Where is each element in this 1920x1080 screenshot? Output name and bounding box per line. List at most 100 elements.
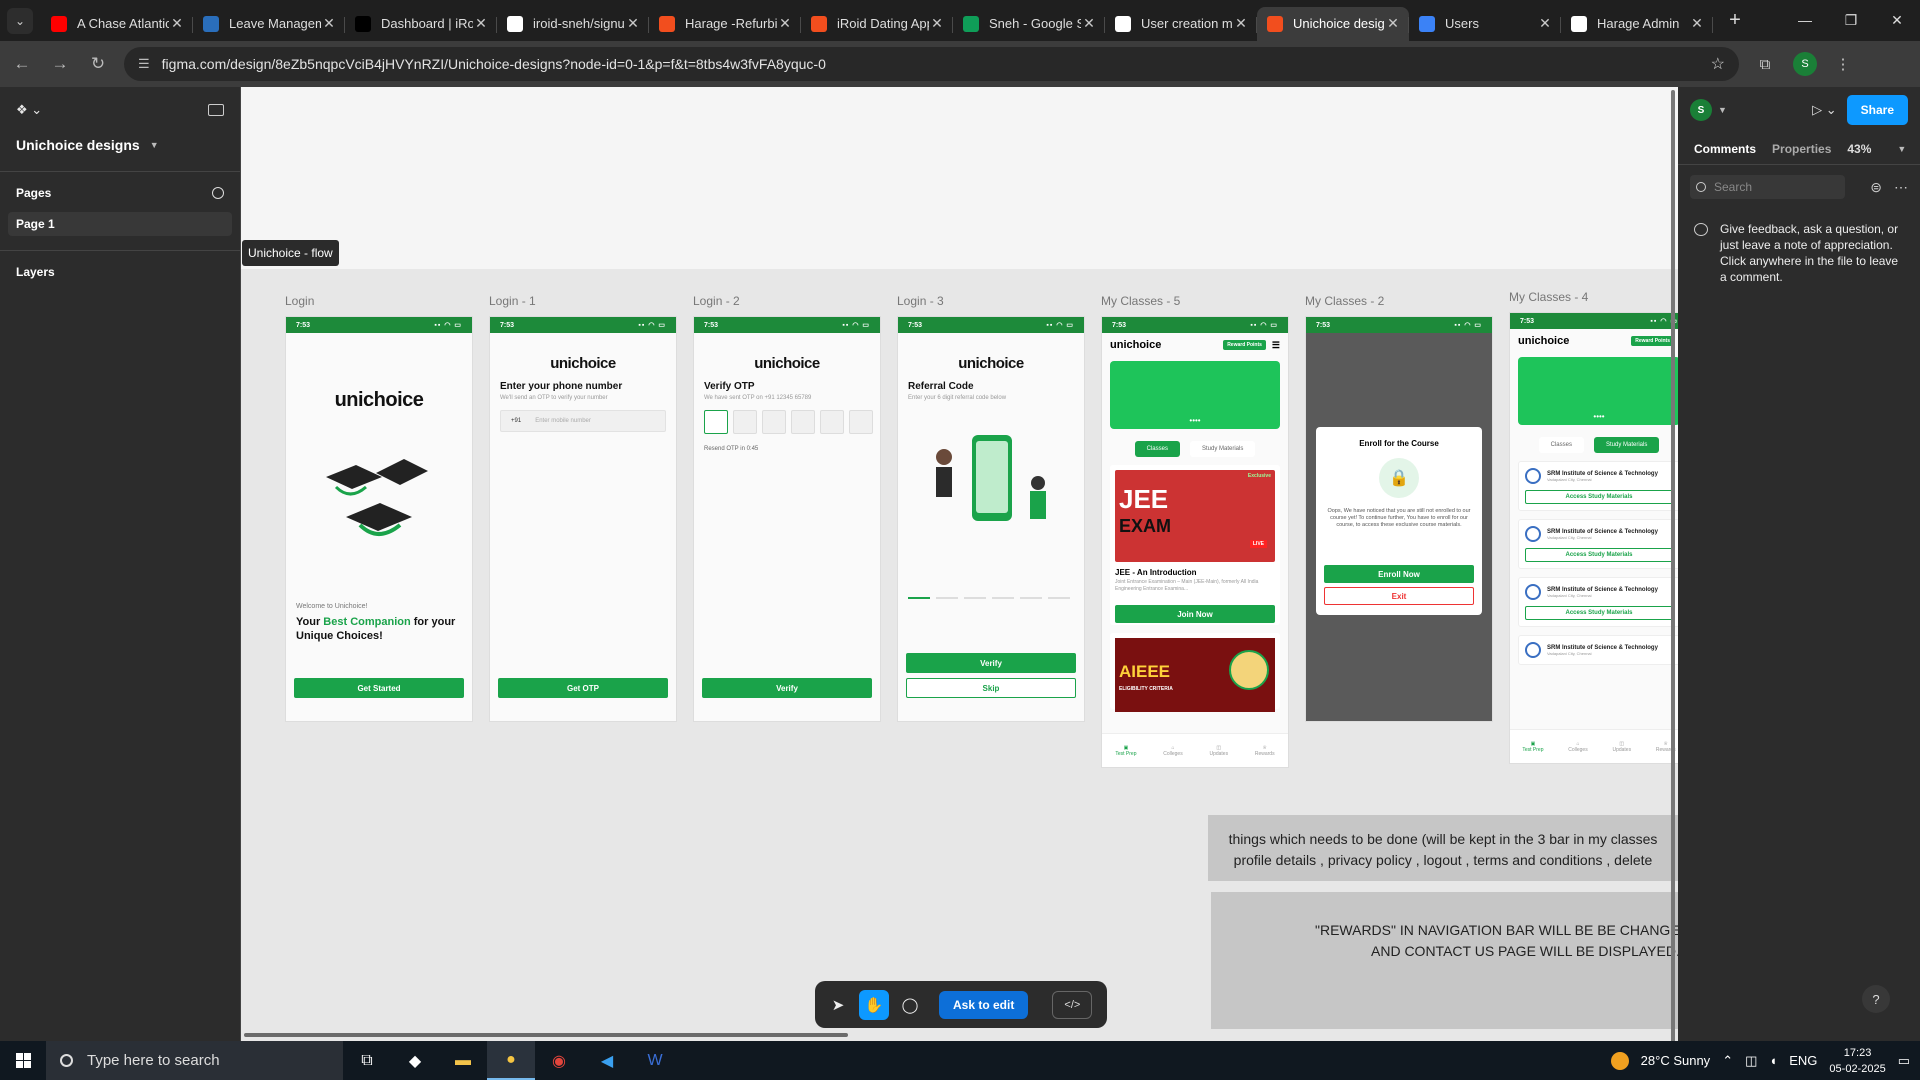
section-label[interactable]: Unichoice - flow [242, 240, 339, 266]
otp-digit-4[interactable] [791, 410, 815, 434]
otp-digit-6[interactable] [849, 410, 873, 434]
browser-tab[interactable]: Dashboard | iRoid✕ [345, 7, 497, 41]
chrome-icon[interactable]: ● [487, 1041, 535, 1080]
move-tool-icon[interactable]: ➤ [823, 990, 853, 1020]
comment-search-input[interactable]: Search [1690, 175, 1845, 199]
ask-to-edit-button[interactable]: Ask to edit [939, 990, 1029, 1019]
college-card[interactable]: SRM Institute of Science & Technology Vad… [1518, 635, 1678, 665]
access-materials-button[interactable]: Access Study Materials [1525, 606, 1673, 620]
frame-login[interactable]: 7:53 ▪▪ ◠ ▭ unichoice Welcome to Unichoic… [285, 316, 473, 722]
nav-colleges[interactable]: ⌂ Colleges [1568, 741, 1587, 753]
volume-icon[interactable]: ◖ [1769, 1053, 1777, 1068]
tab-comments[interactable]: Comments [1686, 138, 1764, 160]
hamburger-menu-icon[interactable]: ☰ [1272, 340, 1280, 351]
browser-menu-icon[interactable]: ⋮ [1825, 55, 1861, 73]
browser-tab[interactable]: Leave Management✕ [193, 7, 345, 41]
tab-properties[interactable]: Properties [1764, 138, 1839, 160]
profile-avatar[interactable]: S [1793, 52, 1817, 76]
sticky-note-rewards[interactable]: "REWARDS" IN NAVIGATION BAR WILL BE BE C… [1211, 892, 1678, 1029]
browser-tab[interactable]: iroid-sneh/signup ✕ [497, 7, 649, 41]
frame-my-classes-5[interactable]: 7:53 ▪▪ ◠ ▭ unichoice Reward Points ☰ Class… [1101, 316, 1289, 768]
reward-points-badge[interactable]: Reward Points [1631, 336, 1674, 346]
url-bar[interactable]: ☰ figma.com/design/8eZb5nqpcVciB4jHVYnRZ… [124, 47, 1739, 81]
frame-label-login[interactable]: Login [285, 294, 314, 308]
frame-login-3[interactable]: 7:53 ▪▪ ◠ ▭ unichoice Referral Code Enter… [897, 316, 1085, 722]
share-button[interactable]: Share [1846, 95, 1908, 125]
language-indicator[interactable]: ENG [1789, 1053, 1817, 1068]
new-tab-button[interactable]: + [1723, 9, 1747, 32]
close-tab-icon[interactable]: ✕ [473, 15, 489, 32]
promo-banner[interactable] [1518, 357, 1678, 425]
browser-tab[interactable]: Users ✕ [1409, 7, 1561, 41]
access-materials-button[interactable]: Access Study Materials [1525, 548, 1673, 562]
course-card[interactable]: Exclusive JEE EXAM LIVE JEE - An Introdu… [1110, 465, 1280, 625]
clock[interactable]: 17:23 05-02-2025 [1829, 1045, 1885, 1077]
chevron-down-icon[interactable]: ▼ [1889, 140, 1914, 158]
bookmark-star-icon[interactable]: ☆ [1711, 54, 1725, 74]
close-tab-icon[interactable]: ✕ [1537, 15, 1553, 32]
restore-icon[interactable]: ❐ [1828, 12, 1874, 29]
nav-colleges[interactable]: ⌂ Colleges [1163, 745, 1182, 757]
tab-classes[interactable]: Classes [1134, 441, 1180, 457]
promo-banner[interactable] [1110, 361, 1280, 429]
search-icon[interactable] [212, 187, 224, 199]
help-button[interactable]: ? [1862, 985, 1890, 1013]
vertical-scrollbar[interactable] [1671, 90, 1675, 1050]
back-icon[interactable]: ← [6, 48, 38, 80]
filter-icon[interactable]: ⊜ [1870, 179, 1882, 196]
nav-rewards[interactable]: ♕ Rewards [1255, 745, 1275, 757]
design-canvas[interactable]: Unichoice - flow Login 7:53 ▪▪ ◠ ▭ unicho… [241, 87, 1678, 1041]
close-window-icon[interactable]: ✕ [1874, 12, 1920, 29]
otp-digit-5[interactable] [820, 410, 844, 434]
browser-tab[interactable]: Sneh - Google Sheets✕ [953, 7, 1105, 41]
forward-icon[interactable]: → [44, 48, 76, 80]
access-materials-button[interactable]: Access Study Materials [1525, 490, 1673, 504]
college-card[interactable]: SRM Institute of Science & Technology Vad… [1518, 519, 1678, 569]
frame-login-2[interactable]: 7:53 ▪▪ ◠ ▭ unichoice Verify OTP We have … [693, 316, 881, 722]
browser-tab[interactable]: Unichoice designs✕ [1257, 6, 1409, 41]
enroll-now-button[interactable]: Enroll Now [1324, 565, 1474, 583]
reward-points-badge[interactable]: Reward Points [1223, 340, 1266, 350]
network-icon[interactable]: ◫ [1745, 1053, 1757, 1069]
close-tab-icon[interactable]: ✕ [1689, 15, 1705, 32]
exit-button[interactable]: Exit [1324, 587, 1474, 605]
otp-digit-2[interactable] [733, 410, 757, 434]
copilot-icon[interactable]: ◆ [391, 1041, 439, 1080]
tab-study-materials[interactable]: Study Materials [1593, 437, 1660, 453]
frame-label-my-classes-5[interactable]: My Classes - 5 [1101, 294, 1180, 308]
close-tab-icon[interactable]: ✕ [929, 15, 945, 32]
frame-my-classes-2[interactable]: 7:53 ▪▪ ◠ ▭ Enroll for the Course 🔒 Oops,… [1305, 316, 1493, 722]
join-now-button[interactable]: Join Now [1115, 605, 1275, 623]
close-tab-icon[interactable]: ✕ [169, 15, 185, 32]
extensions-icon[interactable]: ⧉ [1747, 56, 1783, 73]
reload-icon[interactable]: ↻ [82, 48, 114, 80]
frame-label-login-1[interactable]: Login - 1 [489, 294, 536, 308]
zoom-level[interactable]: 43% [1839, 138, 1879, 160]
chat-app-icon[interactable]: ◉ [535, 1041, 583, 1080]
comment-tool-icon[interactable]: ◯ [895, 990, 925, 1020]
frame-login-1[interactable]: 7:53 ▪▪ ◠ ▭ unichoice Enter your phone nu… [489, 316, 677, 722]
more-options-icon[interactable]: ⋯ [1894, 179, 1908, 196]
weather-text[interactable]: 28°C Sunny [1641, 1053, 1711, 1068]
frame-label-my-classes-2[interactable]: My Classes - 2 [1305, 294, 1384, 308]
frame-label-login-3[interactable]: Login - 3 [897, 294, 944, 308]
close-tab-icon[interactable]: ✕ [321, 15, 337, 32]
browser-tab[interactable]: Harage -Refurbished✕ [649, 7, 801, 41]
browser-tab[interactable]: A Chase Atlantic ✕ [41, 7, 193, 41]
skip-button[interactable]: Skip [906, 678, 1076, 698]
close-tab-icon[interactable]: ✕ [1233, 15, 1249, 32]
page-item-page-1[interactable]: Page 1 [8, 212, 232, 236]
horizontal-scrollbar[interactable] [244, 1033, 848, 1037]
frame-my-classes-4[interactable]: 7:53▪▪ ◠ ▭ unichoice Reward Points Classe… [1509, 312, 1678, 764]
close-tab-icon[interactable]: ✕ [625, 15, 641, 32]
tab-study-materials[interactable]: Study Materials [1189, 441, 1256, 457]
browser-tab[interactable]: Harage Admin ✕ [1561, 7, 1713, 41]
taskbar-search[interactable]: Type here to search [46, 1041, 343, 1080]
close-tab-icon[interactable]: ✕ [1385, 15, 1401, 32]
toggle-sidebar-icon[interactable] [208, 104, 224, 116]
nav-test-prep[interactable]: ▣ Test Prep [1522, 741, 1543, 753]
frame-label-login-2[interactable]: Login - 2 [693, 294, 740, 308]
browser-tab[interactable]: iRoid Dating App ✕ [801, 7, 953, 41]
task-view-icon[interactable]: ⧉ [343, 1041, 391, 1080]
college-card[interactable]: SRM Institute of Science & Technology Vad… [1518, 577, 1678, 627]
